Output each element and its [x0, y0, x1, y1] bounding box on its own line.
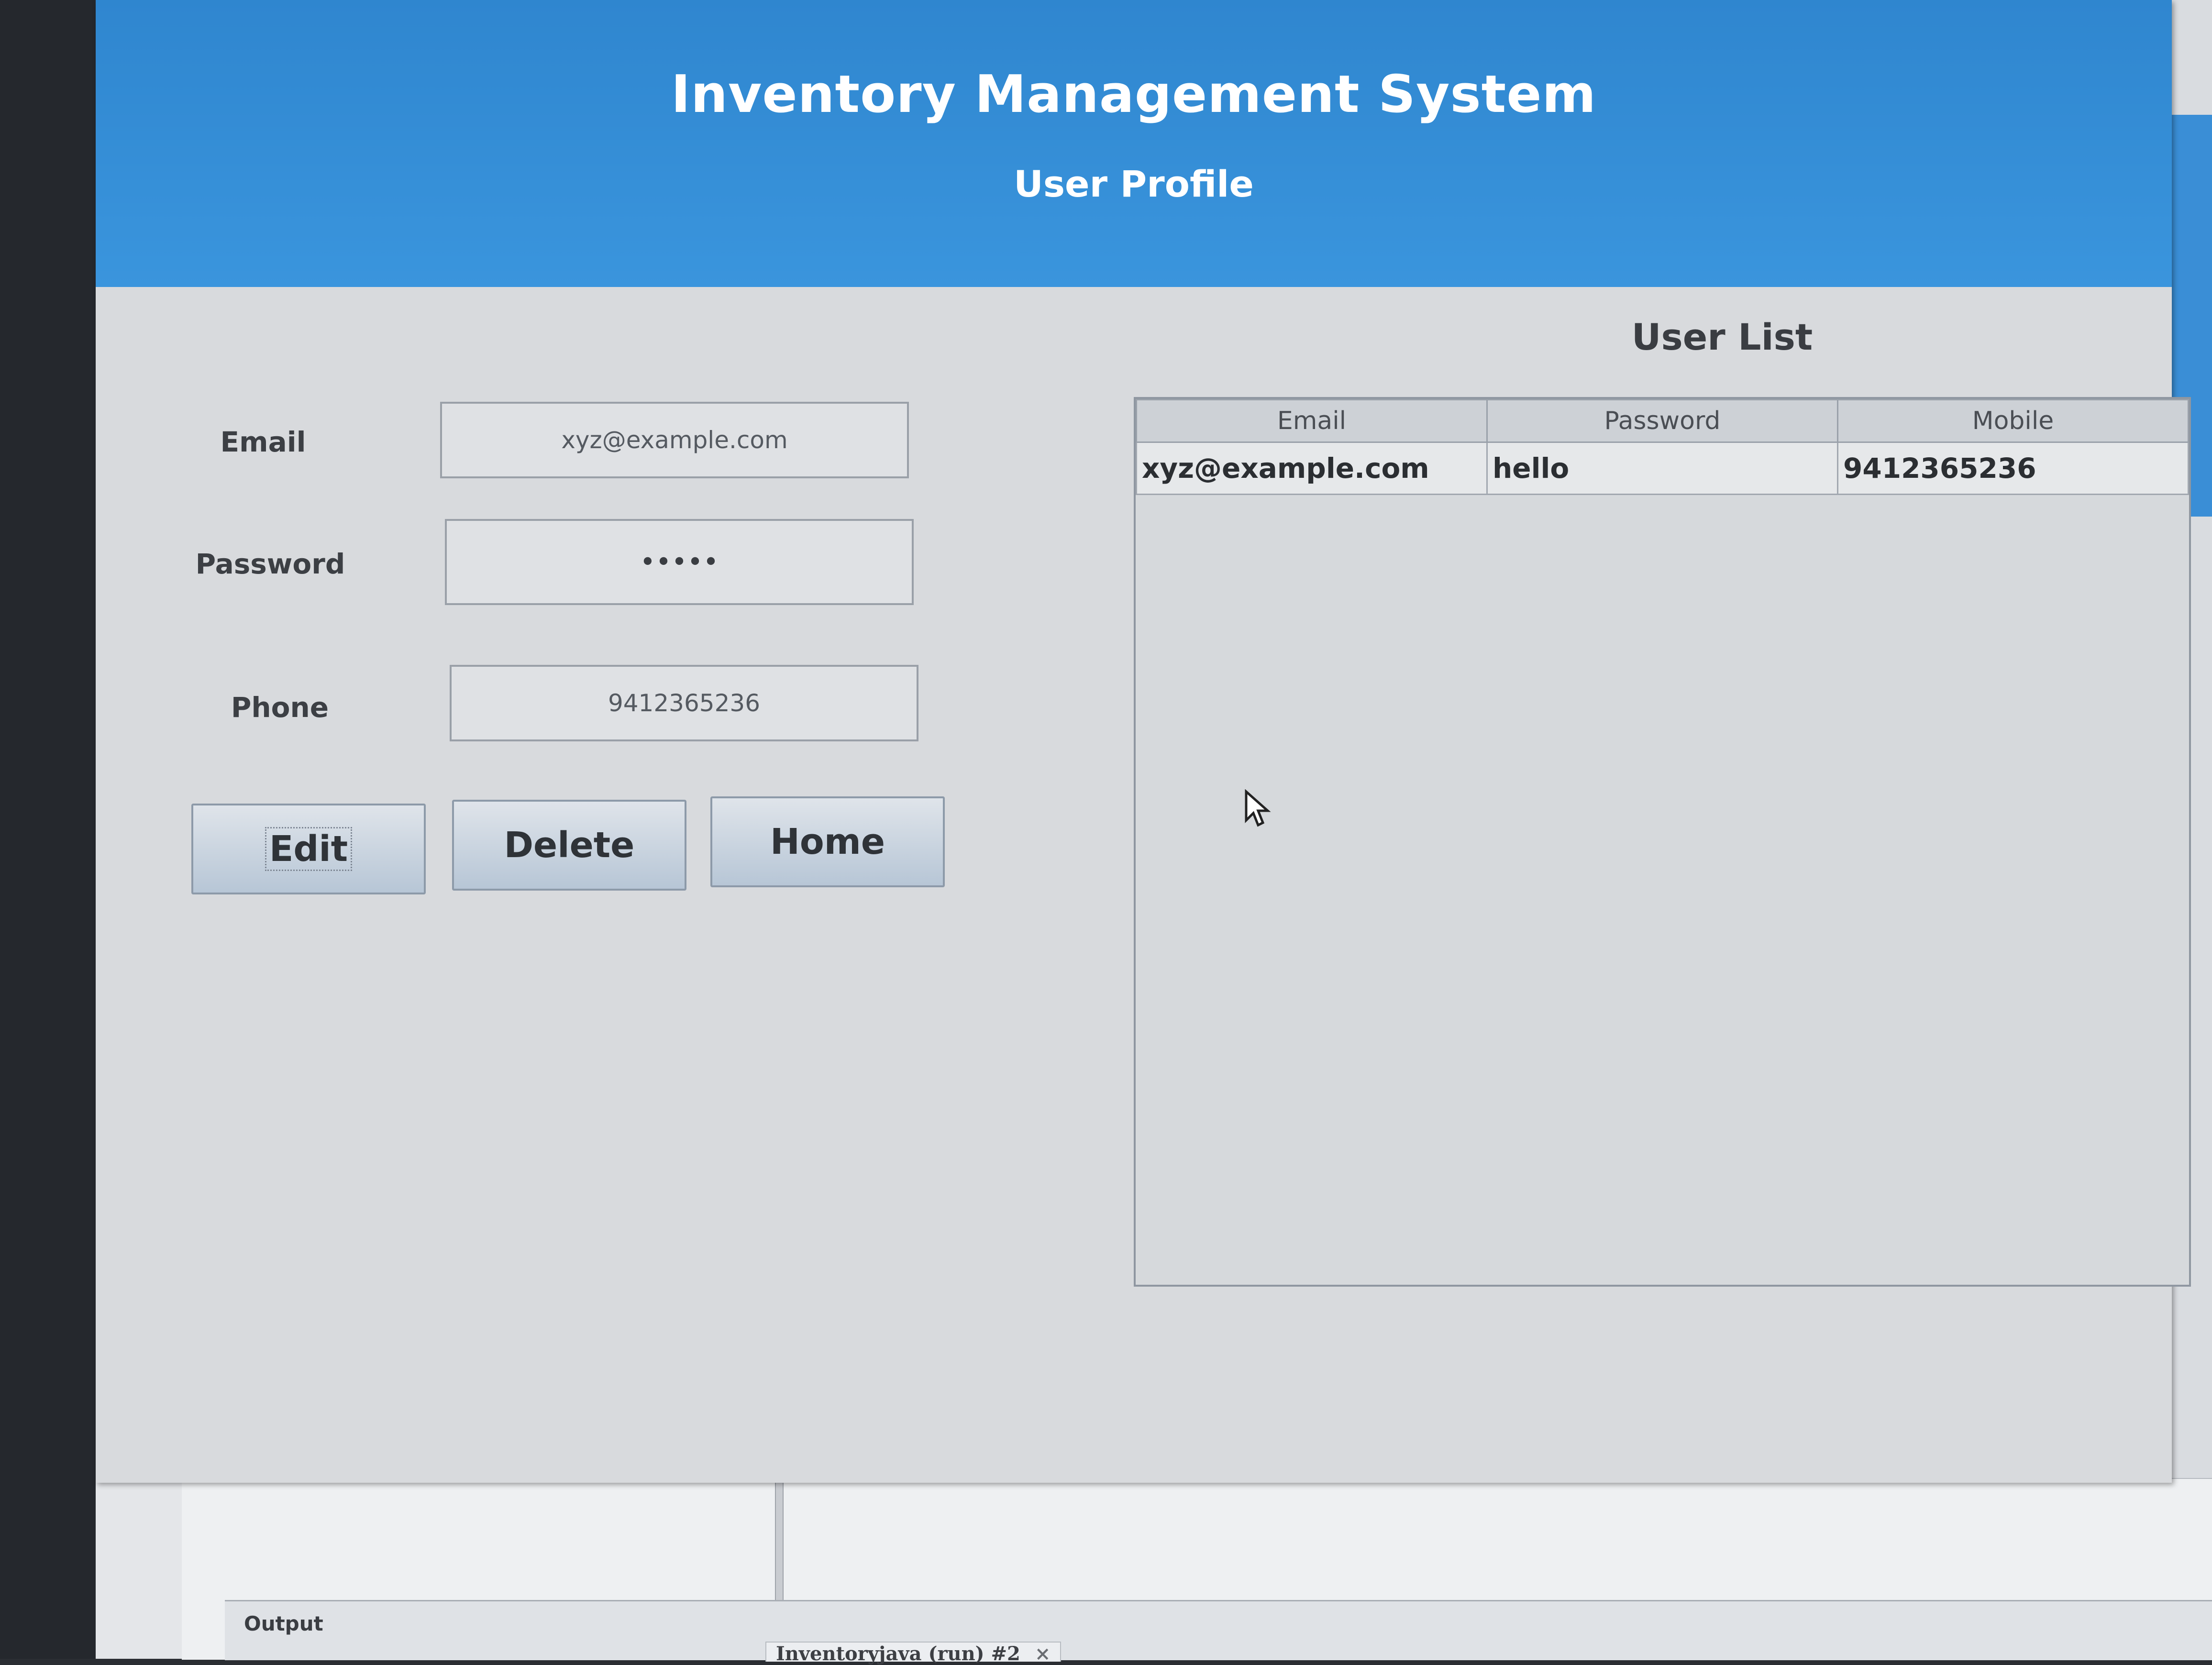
- monitor-bezel: [0, 0, 96, 1659]
- password-label: Password: [195, 548, 345, 580]
- run-tab-label: Inventoryjava (run) #2: [776, 1643, 1020, 1665]
- password-field[interactable]: [445, 519, 914, 605]
- phone-field[interactable]: [450, 665, 918, 741]
- cell-email[interactable]: xyz@example.com: [1136, 441, 1488, 495]
- page-title: User Profile: [1014, 163, 1254, 205]
- column-header-email[interactable]: Email: [1136, 399, 1488, 443]
- table-header-row: Email Password Mobile: [1136, 399, 2189, 443]
- column-header-mobile[interactable]: Mobile: [1837, 399, 2189, 443]
- user-list-title: User List: [1631, 316, 1813, 358]
- delete-button[interactable]: Delete: [452, 800, 686, 891]
- output-label[interactable]: Output: [244, 1612, 323, 1635]
- cell-password[interactable]: hello: [1486, 441, 1838, 495]
- edit-button-label: Edit: [265, 827, 353, 871]
- app-header: Inventory Management System User Profile: [96, 0, 2172, 287]
- phone-label: Phone: [231, 691, 329, 724]
- cell-mobile[interactable]: 9412365236: [1837, 441, 2189, 495]
- email-field[interactable]: [440, 402, 909, 478]
- ide-output-bar: Output Inventoryjava (run) #2 ×: [225, 1600, 2212, 1665]
- app-title: Inventory Management System: [671, 65, 1597, 124]
- edit-button[interactable]: Edit: [191, 804, 426, 894]
- app-window: Inventory Management System User Profile…: [96, 0, 2191, 1483]
- user-table-grid: Email Password Mobile xyz@example.com he…: [1136, 399, 2189, 495]
- column-header-password[interactable]: Password: [1486, 399, 1838, 443]
- email-label: Email: [220, 426, 306, 458]
- user-table[interactable]: Email Password Mobile xyz@example.com he…: [1134, 397, 2191, 1287]
- home-button[interactable]: Home: [710, 796, 945, 887]
- ide-splitter[interactable]: [775, 1480, 784, 1600]
- table-row[interactable]: xyz@example.com hello 9412365236: [1136, 441, 2189, 495]
- close-icon[interactable]: ×: [1035, 1643, 1051, 1665]
- mouse-cursor-icon: [1245, 789, 1271, 827]
